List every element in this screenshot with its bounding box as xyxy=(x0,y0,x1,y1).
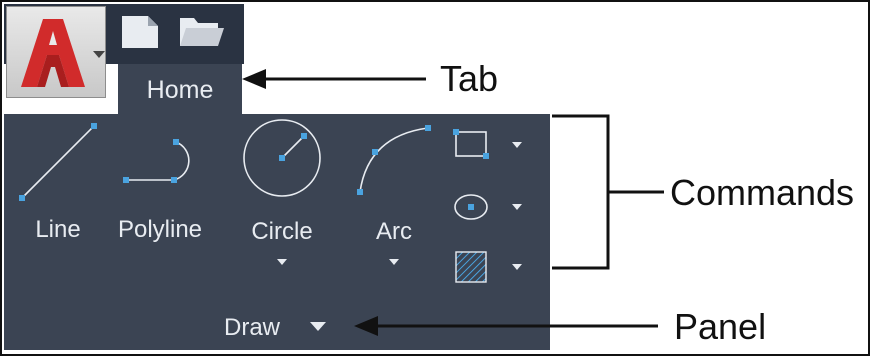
panel-annotation-label: Panel xyxy=(674,306,767,347)
tab-annotation-label: Tab xyxy=(440,58,499,99)
line-icon[interactable] xyxy=(10,118,110,218)
chevron-down-icon xyxy=(93,51,105,58)
hatch-dropdown-icon[interactable] xyxy=(512,264,522,270)
panel-title[interactable]: Draw xyxy=(224,314,280,342)
ellipse-icon[interactable] xyxy=(452,190,492,224)
rectangle-dropdown-icon[interactable] xyxy=(512,142,522,148)
commands-annotation-label: Commands xyxy=(670,172,855,213)
circle-icon[interactable] xyxy=(232,114,332,214)
line-command-label[interactable]: Line xyxy=(35,216,80,244)
circle-command-label[interactable]: Circle xyxy=(251,218,312,246)
open-folder-icon[interactable] xyxy=(178,12,224,48)
autocad-logo-icon xyxy=(21,19,85,87)
new-file-icon[interactable] xyxy=(118,14,160,50)
panel-expand-icon[interactable] xyxy=(310,322,326,331)
arc-icon[interactable] xyxy=(348,116,448,216)
application-menu-button[interactable] xyxy=(6,6,106,98)
tab-home[interactable]: Home xyxy=(118,64,242,114)
ellipse-dropdown-icon[interactable] xyxy=(512,204,522,210)
hatch-icon[interactable] xyxy=(452,248,492,288)
arc-command-label[interactable]: Arc xyxy=(376,218,412,246)
arc-dropdown-icon[interactable] xyxy=(389,259,399,265)
rectangle-icon[interactable] xyxy=(452,128,492,162)
polyline-command-label[interactable]: Polyline xyxy=(118,216,202,244)
panel-annotation-arrow xyxy=(354,316,658,336)
circle-dropdown-icon[interactable] xyxy=(277,259,287,265)
tab-home-label: Home xyxy=(146,75,214,104)
polyline-icon[interactable] xyxy=(112,118,212,218)
tab-annotation-arrow xyxy=(242,69,426,89)
commands-annotation-bracket xyxy=(552,114,664,270)
